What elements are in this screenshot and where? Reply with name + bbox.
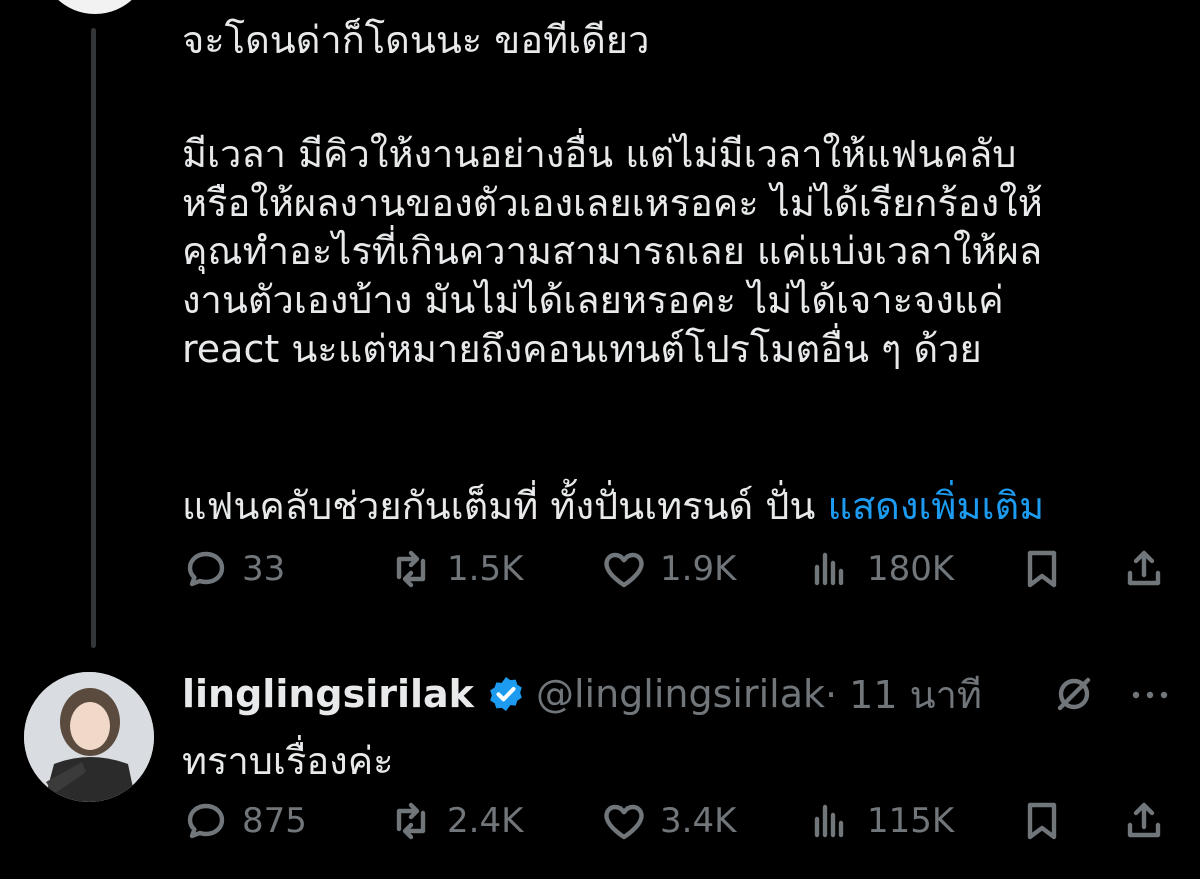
tweet-text-line: react นะแต่หมายถึงคอนเทนต์โปรโมตอื่น ๆ ด… bbox=[182, 326, 982, 371]
thread-connector-line bbox=[91, 28, 96, 648]
bookmark-icon bbox=[1027, 802, 1057, 840]
views-count: 115K bbox=[867, 801, 955, 841]
verified-badge-icon[interactable] bbox=[486, 674, 526, 714]
bookmark-button[interactable] bbox=[1018, 797, 1066, 845]
reply-count: 33 bbox=[242, 549, 286, 589]
retweet-count: 2.4K bbox=[447, 801, 524, 841]
views-icon bbox=[814, 804, 844, 838]
retweet-button[interactable]: 1.5K bbox=[387, 545, 523, 593]
share-icon bbox=[1127, 550, 1161, 586]
share-icon bbox=[1127, 802, 1161, 838]
timestamp[interactable]: · 11 นาที bbox=[825, 664, 982, 725]
reply-button[interactable]: 33 bbox=[182, 545, 285, 593]
bookmark-icon bbox=[1027, 550, 1057, 588]
tweet-text-line: หรือให้ผลงานของตัวเองเลยเหรอคะ ไม่ได้เรี… bbox=[182, 180, 1043, 225]
share-button[interactable] bbox=[1120, 545, 1168, 593]
like-count: 1.9K bbox=[660, 549, 737, 589]
reply-button[interactable]: 875 bbox=[182, 797, 307, 845]
tweet-actions: 33 1.5K 1.9K 180K bbox=[182, 545, 1172, 605]
tweet-header: linglingsirilak @linglingsirilak · 11 นา… bbox=[182, 668, 982, 720]
tweet-text-line: คุณทำอะไรที่เกินความสามารถเลย แค่แบ่งเวล… bbox=[182, 229, 1043, 274]
tweet-text-line: แฟนคลับช่วยกันเต็มที่ ทั้งปั่นเทรนด์ ปั่… bbox=[182, 482, 1044, 531]
heart-icon bbox=[604, 804, 644, 840]
grok-icon[interactable] bbox=[1050, 670, 1098, 718]
show-more-link[interactable]: แสดงเพิ่มเติม bbox=[828, 484, 1045, 528]
reply-count: 875 bbox=[242, 801, 307, 841]
tweet-text-line: จะโดนด่าก็โดนนะ ขอทีเดียว bbox=[182, 18, 650, 62]
reply-icon bbox=[187, 551, 225, 587]
like-count: 3.4K bbox=[660, 801, 737, 841]
tweet-text: แฟนคลับช่วยกันเต็มที่ ทั้งปั่นเทรนด์ ปั่… bbox=[182, 484, 816, 528]
tweet-text-line: มีเวลา มีคิวให้งานอย่างอื่น แต่ไม่มีเวลา… bbox=[182, 132, 1017, 176]
avatar-image bbox=[24, 672, 154, 802]
tweet-text: ทราบเรื่องค่ะ bbox=[182, 739, 394, 783]
views-icon bbox=[814, 552, 844, 586]
bookmark-button[interactable] bbox=[1018, 545, 1066, 593]
retweet-button[interactable]: 2.4K bbox=[387, 797, 523, 845]
views-button[interactable]: 180K bbox=[807, 545, 954, 593]
retweet-count: 1.5K bbox=[447, 549, 524, 589]
avatar[interactable] bbox=[24, 672, 154, 802]
heart-icon bbox=[604, 552, 644, 588]
tweet-actions: 875 2.4K 3.4K 115K bbox=[182, 797, 1172, 857]
retweet-icon bbox=[396, 550, 426, 588]
tweet-paragraph: มีเวลา มีคิวให้งานอย่างอื่น แต่ไม่มีเวลา… bbox=[182, 130, 1043, 373]
retweet-icon bbox=[396, 802, 426, 840]
author-handle[interactable]: @linglingsirilak bbox=[536, 672, 825, 716]
like-button[interactable]: 3.4K bbox=[600, 797, 736, 845]
like-button[interactable]: 1.9K bbox=[600, 545, 736, 593]
reply-icon bbox=[187, 803, 225, 839]
views-button[interactable]: 115K bbox=[807, 797, 954, 845]
more-icon[interactable] bbox=[1126, 680, 1174, 710]
previous-author-avatar[interactable] bbox=[40, 0, 150, 14]
tweet-text-line: งานตัวเองบ้าง มันไม่ได้เลยหรอคะ ไม่ได้เจ… bbox=[182, 277, 1004, 322]
author-name[interactable]: linglingsirilak bbox=[182, 672, 474, 716]
share-button[interactable] bbox=[1120, 797, 1168, 845]
views-count: 180K bbox=[867, 549, 955, 589]
